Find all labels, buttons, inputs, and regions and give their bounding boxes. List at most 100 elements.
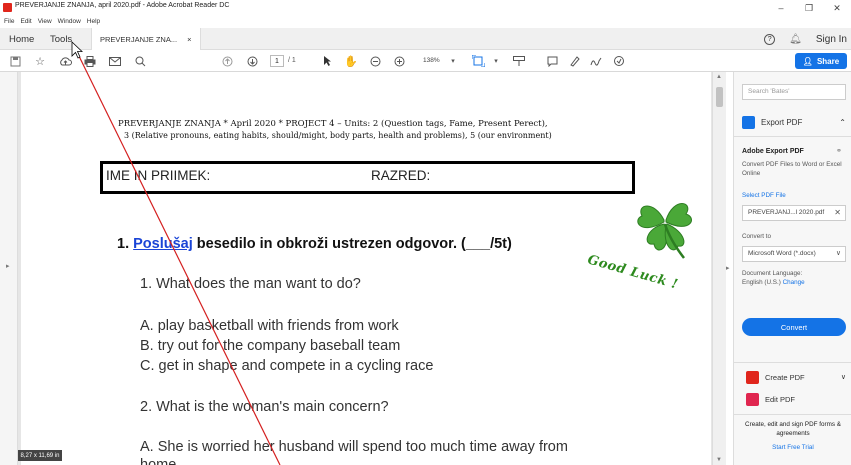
change-language-link[interactable]: Change xyxy=(783,279,805,286)
pdf-page: PREVERJANJE ZNANJA * April 2020 * PROJEC… xyxy=(21,72,711,465)
tab-document-label: PREVERJANJE ZNA... xyxy=(100,34,178,44)
name-class-box: IME IN PRIIMEK: RAZRED: xyxy=(100,161,635,194)
share-user-icon: 👤︎ xyxy=(802,56,813,66)
fit-dropdown-icon[interactable]: ▾ xyxy=(492,53,500,69)
comment-icon[interactable] xyxy=(545,53,559,69)
menu-bar: File Edit View Window Help xyxy=(0,16,851,27)
fill-sign-icon[interactable] xyxy=(612,53,626,69)
document-title-line2: 3 (Relative pronouns, eating habits, sho… xyxy=(124,131,552,140)
export-pdf-header[interactable]: Export PDF ⌃ xyxy=(742,114,846,130)
convert-to-label: Convert to xyxy=(742,233,772,240)
menu-view[interactable]: View xyxy=(38,16,52,27)
document-language: English (U.S.) Change xyxy=(742,279,805,286)
zoom-dropdown-icon[interactable]: ▾ xyxy=(448,53,458,69)
scroll-down-icon[interactable]: ▼ xyxy=(716,457,722,463)
hand-tool-icon[interactable]: ✋ xyxy=(344,53,358,69)
answer-2a-line1: A. She is worried her husband will spend… xyxy=(140,439,568,455)
format-select[interactable]: Microsoft Word (*.docx) ∨ xyxy=(742,246,846,262)
tab-tools[interactable]: Tools xyxy=(50,28,72,50)
acrobat-app-icon xyxy=(3,3,12,12)
help-icon[interactable]: ? xyxy=(764,33,776,45)
remove-file-icon[interactable]: ✕ xyxy=(834,206,841,220)
menu-file[interactable]: File xyxy=(4,16,14,27)
task-number: 1. xyxy=(117,236,130,252)
toolbar: ☆ 1 / 1 ✋ 138% ▾ ▾ 👤︎ Share xyxy=(0,50,851,72)
edit-pdf-label: Edit PDF xyxy=(765,394,796,404)
save-icon[interactable] xyxy=(8,53,22,69)
fit-page-icon[interactable] xyxy=(470,53,486,69)
chevron-down-icon: ∨ xyxy=(835,250,841,257)
menu-edit[interactable]: Edit xyxy=(20,16,31,27)
export-pdf-icon xyxy=(742,115,755,129)
task-1-heading: 1. Poslušaj besedilo in obkroži ustrezen… xyxy=(117,236,512,252)
left-navigation-strip[interactable]: ▸ xyxy=(0,72,18,465)
tab-close-icon[interactable]: × xyxy=(187,35,191,44)
create-pdf-tool[interactable]: Create PDF ∨ xyxy=(746,369,846,385)
scrollbar-thumb[interactable] xyxy=(716,87,723,107)
vertical-scrollbar[interactable]: ▲ ▼ xyxy=(712,72,726,465)
window-controls: – ❐ ✕ xyxy=(767,0,851,16)
document-view[interactable]: PREVERJANJE ZNANJA * April 2020 * PROJEC… xyxy=(18,72,712,465)
listen-link[interactable]: Poslušaj xyxy=(133,236,193,252)
page-total: / 1 xyxy=(288,57,296,64)
selected-file-field[interactable]: PREVERJANJ...l 2020.pdf ✕ xyxy=(742,205,846,221)
divider xyxy=(734,362,851,363)
select-arrow-icon[interactable] xyxy=(320,53,334,69)
tabbar-right: ? 🔔︎ Sign In xyxy=(764,28,847,50)
scroll-up-icon[interactable]: ▲ xyxy=(716,74,722,80)
bookmark-star-icon[interactable]: ☆ xyxy=(33,53,47,69)
answer-1a: A. play basketball with friends from wor… xyxy=(140,318,399,334)
class-label: RAZRED: xyxy=(371,168,431,183)
edit-pdf-icon xyxy=(746,392,759,406)
tab-document[interactable]: PREVERJANJE ZNA... × xyxy=(91,28,201,50)
email-icon[interactable] xyxy=(108,53,122,69)
answer-1c: C. get in shape and compete in a cycling… xyxy=(140,358,434,374)
chevron-down-icon[interactable]: ∨ xyxy=(841,373,846,381)
zoom-level[interactable]: 138% xyxy=(423,55,440,67)
tools-search-input[interactable]: Search 'Bates' xyxy=(742,84,846,100)
answer-1b: B. try out for the company baseball team xyxy=(140,338,401,354)
window-title: PREVERJANJE ZNANJA, april 2020.pdf - Ado… xyxy=(15,2,230,9)
close-button[interactable]: ✕ xyxy=(823,0,851,16)
divider xyxy=(734,414,851,415)
collapse-right-panel-icon[interactable]: ▸ xyxy=(726,264,730,272)
select-pdf-label[interactable]: Select PDF File xyxy=(742,192,786,201)
document-language-label: Document Language: xyxy=(742,270,803,277)
previous-page-icon[interactable] xyxy=(220,53,234,69)
tab-home[interactable]: Home xyxy=(9,28,34,50)
menu-window[interactable]: Window xyxy=(58,16,81,27)
search-icon[interactable] xyxy=(133,53,147,69)
export-settings-icon[interactable]: ⚭ xyxy=(836,147,842,155)
maximize-button[interactable]: ❐ xyxy=(795,0,823,16)
chevron-up-icon[interactable]: ⌃ xyxy=(839,118,846,127)
edit-pdf-tool[interactable]: Edit PDF xyxy=(746,391,795,407)
right-tools-panel: Search 'Bates' Export PDF ⌃ Adobe Export… xyxy=(733,72,851,465)
highlight-pen-icon[interactable] xyxy=(567,53,581,69)
adobe-export-description: Convert PDF Files to Word or Excel Onlin… xyxy=(742,161,842,177)
convert-button[interactable]: Convert xyxy=(742,318,846,336)
share-button[interactable]: 👤︎ Share xyxy=(795,53,847,69)
print-icon[interactable] xyxy=(83,53,97,69)
name-label: IME IN PRIIMEK: xyxy=(106,168,211,183)
upload-cloud-icon[interactable] xyxy=(58,53,72,69)
start-free-trial-link[interactable]: Start Free Trial xyxy=(734,443,851,452)
create-pdf-icon xyxy=(746,370,759,384)
answer-2a-line2: home. xyxy=(140,457,181,465)
divider xyxy=(734,136,851,137)
minimize-button[interactable]: – xyxy=(767,0,795,16)
menu-help[interactable]: Help xyxy=(87,16,100,27)
sign-icon[interactable] xyxy=(589,53,603,69)
next-page-icon[interactable] xyxy=(245,53,259,69)
selected-file-name: PREVERJANJ...l 2020.pdf xyxy=(748,209,825,216)
sign-in-link[interactable]: Sign In xyxy=(816,34,847,45)
expand-left-panel-icon[interactable]: ▸ xyxy=(6,262,10,270)
page-number-input[interactable]: 1 xyxy=(270,55,284,67)
zoom-in-icon[interactable] xyxy=(392,53,406,69)
bell-icon[interactable]: 🔔︎ xyxy=(789,34,802,45)
zoom-out-icon[interactable] xyxy=(368,53,382,69)
document-title-line1: PREVERJANJE ZNANJA * April 2020 * PROJEC… xyxy=(118,119,548,129)
export-pdf-label: Export PDF xyxy=(761,117,803,127)
question-2: 2. What is the woman's main concern? xyxy=(140,399,389,415)
read-mode-icon[interactable] xyxy=(512,53,526,69)
create-pdf-label: Create PDF xyxy=(765,372,805,382)
